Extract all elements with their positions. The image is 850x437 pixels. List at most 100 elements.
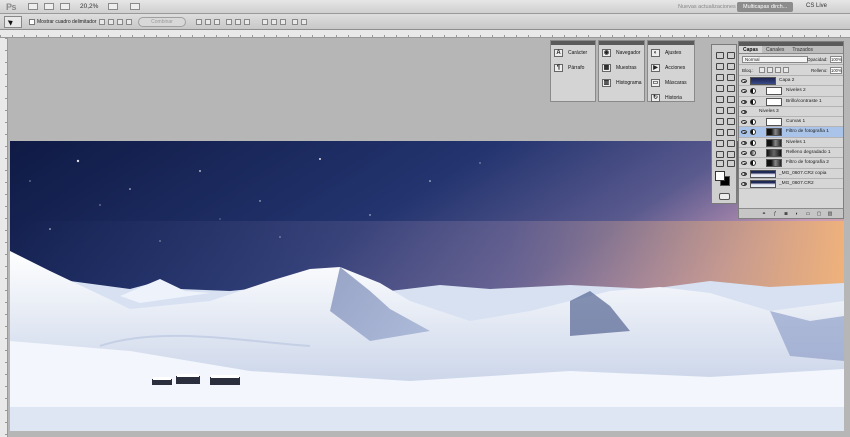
distribute-hcenter-icon[interactable]: [235, 19, 241, 25]
layer-row[interactable]: Relleno degradado 1: [739, 148, 843, 159]
panel-histogram[interactable]: ▥ Histograma: [599, 75, 644, 90]
crop-tool-icon[interactable]: [715, 73, 724, 81]
workspace-switcher[interactable]: Multicapas dirch...: [737, 2, 794, 12]
layer-row[interactable]: _MG_0607.CR2: [739, 178, 843, 190]
tab-paths[interactable]: Trazados: [788, 46, 817, 53]
pen-tool-icon[interactable]: [715, 128, 724, 136]
panel-adjustments[interactable]: ◐ Ajustes: [648, 45, 694, 60]
cs-live-button[interactable]: CS Live: [806, 3, 827, 9]
combine-button[interactable]: Combinar: [138, 17, 186, 27]
align-top-icon[interactable]: [108, 19, 114, 25]
fx-icon[interactable]: ƒ: [772, 211, 778, 217]
fill-input[interactable]: 100%: [830, 67, 842, 74]
zoom-level[interactable]: 20,2%: [80, 3, 98, 10]
visibility-eye-icon[interactable]: [741, 151, 747, 156]
align-hcenter-icon[interactable]: [271, 19, 277, 25]
type-tool-icon[interactable]: [726, 128, 735, 136]
layer-row[interactable]: Niveles 2: [739, 86, 843, 97]
visibility-eye-icon[interactable]: [741, 109, 747, 114]
folder-icon[interactable]: ▭: [805, 211, 811, 217]
zoom-tool-icon[interactable]: [726, 159, 735, 167]
visibility-eye-icon[interactable]: [741, 79, 747, 83]
trash-icon[interactable]: ▥: [827, 211, 833, 217]
visibility-eye-icon[interactable]: [741, 140, 747, 145]
marquee-tool-icon[interactable]: [726, 51, 735, 59]
panel-history[interactable]: ↻ Historia: [648, 90, 694, 105]
hand-tool-icon[interactable]: [715, 159, 724, 167]
layer-row-selected[interactable]: Filtro de fotografía 1: [739, 127, 843, 138]
panel-actions[interactable]: ▶ Acciones: [648, 60, 694, 75]
lasso-tool-icon[interactable]: [715, 62, 724, 70]
move-tool-preset-icon[interactable]: [4, 16, 22, 28]
adjustment-icon[interactable]: ◐: [794, 211, 800, 217]
visibility-eye-icon[interactable]: [741, 89, 747, 94]
arrange-documents-icon[interactable]: [130, 3, 140, 11]
align-bottom-icon[interactable]: [126, 19, 132, 25]
layer-row[interactable]: Brillo/contraste 1: [739, 96, 843, 107]
dodge-tool-icon[interactable]: [726, 117, 735, 125]
auto-select-icon[interactable]: [99, 19, 105, 25]
opacity-input[interactable]: 100%: [830, 56, 842, 63]
bridge-icon[interactable]: [28, 3, 38, 11]
tab-layers[interactable]: Capas: [739, 46, 763, 53]
distribute-top-icon[interactable]: [196, 19, 202, 25]
layer-row[interactable]: Filtro de fotografía 2: [739, 158, 843, 169]
3d-rotate-tool-icon[interactable]: [715, 150, 724, 158]
foreground-color-swatch[interactable]: [715, 171, 725, 181]
3d-orbit-tool-icon[interactable]: [726, 150, 735, 158]
align-right-icon[interactable]: [280, 19, 286, 25]
show-bounds-checkbox[interactable]: [29, 19, 35, 25]
eyedropper-tool-icon[interactable]: [726, 73, 735, 81]
layer-row[interactable]: _MG_0607.CR2 copia: [739, 168, 843, 179]
brush-tool-icon[interactable]: [726, 84, 735, 92]
lock-pixels-icon[interactable]: [767, 67, 773, 73]
auto-align-icon[interactable]: [292, 19, 298, 25]
visibility-eye-icon[interactable]: [741, 120, 747, 125]
blur-tool-icon[interactable]: [715, 117, 724, 125]
tab-channels[interactable]: Canales: [762, 46, 788, 53]
healing-brush-tool-icon[interactable]: [715, 84, 724, 92]
link-icon[interactable]: ⚭: [761, 211, 767, 217]
visibility-eye-icon[interactable]: [741, 130, 747, 135]
align-left-icon[interactable]: [262, 19, 268, 25]
gradient-tool-icon[interactable]: [726, 106, 735, 114]
layer-row[interactable]: Capa 2: [739, 76, 843, 87]
lock-position-icon[interactable]: [775, 67, 781, 73]
panel-navigator[interactable]: ◉ Navegador: [599, 45, 644, 60]
panel-character[interactable]: A Carácter: [551, 45, 595, 60]
path-selection-tool-icon[interactable]: [715, 139, 724, 147]
panel-masks[interactable]: ▭ Máscaras: [648, 75, 694, 90]
layer-row[interactable]: Niveles 1: [739, 137, 843, 149]
layer-row[interactable]: Niveles 3: [739, 106, 843, 118]
visibility-eye-icon[interactable]: [741, 171, 747, 176]
distribute-left-icon[interactable]: [226, 19, 232, 25]
history-brush-tool-icon[interactable]: [726, 95, 735, 103]
distribute-vcenter-icon[interactable]: [205, 19, 211, 25]
auto-align-layers-icon[interactable]: [301, 19, 307, 25]
hand-tool-icon[interactable]: [108, 3, 118, 11]
visibility-eye-icon[interactable]: [741, 161, 747, 166]
lock-transparency-icon[interactable]: [759, 67, 765, 73]
shape-tool-icon[interactable]: [726, 139, 735, 147]
panel-swatches[interactable]: ▦ Muestras: [599, 60, 644, 75]
eraser-tool-icon[interactable]: [715, 106, 724, 114]
distribute-bottom-icon[interactable]: [214, 19, 220, 25]
panel-paragraph[interactable]: ¶ Párrafo: [551, 60, 595, 75]
move-tool-icon[interactable]: [715, 51, 724, 59]
quick-mask-icon[interactable]: [719, 193, 730, 200]
view-extras-icon[interactable]: [60, 3, 70, 11]
new-layer-icon[interactable]: ▢: [816, 211, 822, 217]
align-middle-icon[interactable]: [117, 19, 123, 25]
lock-all-icon[interactable]: [783, 67, 789, 73]
visibility-eye-icon[interactable]: [741, 181, 747, 186]
visibility-eye-icon[interactable]: [741, 99, 747, 104]
minibridge-icon[interactable]: [44, 3, 54, 11]
blend-mode-select[interactable]: Normal: [742, 56, 808, 63]
clone-stamp-tool-icon[interactable]: [715, 95, 724, 103]
layer-mask-thumbnail: [766, 138, 782, 147]
workspace-updates[interactable]: Nuevas actualizaciones: [672, 2, 742, 12]
distribute-right-icon[interactable]: [244, 19, 250, 25]
quick-select-tool-icon[interactable]: [726, 62, 735, 70]
layer-row[interactable]: Curvas 1: [739, 117, 843, 128]
mask-icon[interactable]: ◙: [783, 211, 789, 217]
